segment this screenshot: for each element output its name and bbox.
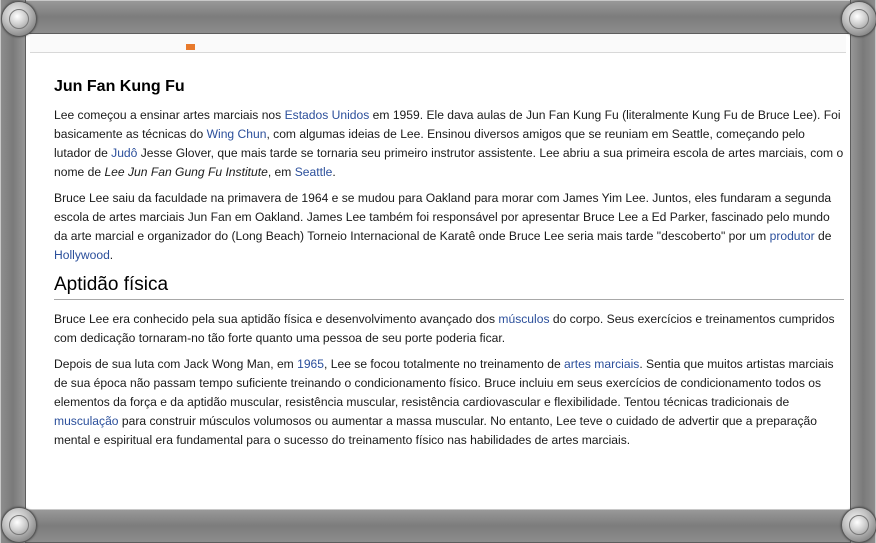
text: Bruce Lee saiu da faculdade na primavera… xyxy=(54,191,832,243)
link-wing-chun[interactable]: Wing Chun xyxy=(207,127,267,141)
text: Depois de sua luta com Jack Wong Man, em xyxy=(54,357,298,371)
link-1965[interactable]: 1965 xyxy=(297,357,324,371)
link-hollywood[interactable]: Hollywood xyxy=(54,248,110,262)
link-seattle[interactable]: Seattle xyxy=(295,165,333,179)
heading-jun-fan-kung-fu: Jun Fan Kung Fu xyxy=(54,78,185,95)
article-body: Jun Fan Kung Fu Lee começou a ensinar ar… xyxy=(54,76,844,457)
paragraph-aptidao-2: Depois de sua luta com Jack Wong Man, em… xyxy=(54,355,844,450)
institute-name: Lee Jun Fan Gung Fu Institute xyxy=(104,165,268,179)
link-musculacao[interactable]: musculação xyxy=(54,414,119,428)
heading-aptidao-fisica: Aptidão física xyxy=(54,273,844,300)
link-musculos[interactable]: músculos xyxy=(498,312,549,326)
text: de xyxy=(814,229,832,243)
text: . xyxy=(332,165,336,179)
text: Lee começou a ensinar artes marciais nos xyxy=(54,108,285,122)
text: , Lee se focou totalmente no treinamento… xyxy=(324,357,565,371)
paragraph-jun-fan-2: Bruce Lee saiu da faculdade na primavera… xyxy=(54,189,844,265)
corner-bolt-icon xyxy=(841,507,876,543)
cropped-toolbar-strip xyxy=(30,34,846,53)
paragraph-jun-fan-1: Lee começou a ensinar artes marciais nos… xyxy=(54,106,844,182)
article-viewport: Jun Fan Kung Fu Lee começou a ensinar ar… xyxy=(30,34,846,508)
paragraph-aptidao-1: Bruce Lee era conhecido pela sua aptidão… xyxy=(54,310,844,348)
corner-bolt-icon xyxy=(1,1,37,37)
frame-bottom-bar xyxy=(0,509,876,543)
text: . xyxy=(109,248,114,262)
link-produtor[interactable]: produtor xyxy=(770,229,815,243)
text: , em xyxy=(267,165,295,179)
frame-top-bar xyxy=(0,0,876,34)
corner-bolt-icon xyxy=(841,1,876,37)
corner-bolt-icon xyxy=(1,507,37,543)
link-artes-marciais[interactable]: artes marciais xyxy=(564,357,639,371)
frame-right-bar xyxy=(850,0,876,543)
text: Bruce Lee era conhecido pela sua aptidão… xyxy=(54,312,499,326)
link-judo[interactable]: Judô xyxy=(111,146,137,160)
tab-accent-marker xyxy=(186,44,195,50)
text: para construir músculos volumosos ou aum… xyxy=(54,414,818,447)
frame-left-bar xyxy=(0,0,26,543)
link-estados-unidos[interactable]: Estados Unidos xyxy=(285,108,370,122)
